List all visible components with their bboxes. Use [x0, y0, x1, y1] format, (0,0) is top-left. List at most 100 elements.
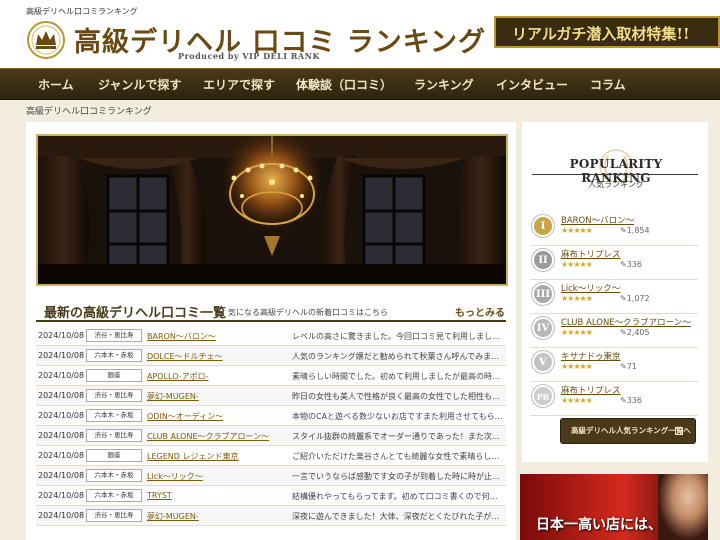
latest-reviews-title: 最新の高級デリヘル口コミ一覧	[44, 306, 227, 321]
latest-divider	[36, 320, 506, 322]
ranking-list-button-label: 高級デリヘル人気ランキング一覧へ	[571, 426, 691, 435]
star-rating-icon: ★★★★★	[561, 362, 593, 371]
nav-item-genre[interactable]: ジャンルで探す	[98, 69, 181, 101]
ranking-list-button[interactable]: 高級デリヘル人気ランキング一覧へ	[560, 418, 696, 444]
review-row[interactable]: 2024/10/08 渋谷・恵比寿 夢幻-MUGEN- 昨日の女性も美人で性格が…	[36, 386, 506, 406]
ranking-item-3[interactable]: III Lick〜リック〜 ★★★★★ ✎1,072	[530, 280, 698, 314]
area-tag: 渋谷・恵比寿	[86, 509, 142, 522]
review-excerpt[interactable]: スタイル抜群の綺麗系でオーダー通りであった！また次回…	[292, 431, 504, 442]
review-count: ✎2,405	[620, 328, 650, 337]
area-tag: 渋谷・恵比寿	[86, 429, 142, 442]
site-header: 高級デリヘル口コミランキング 高級デリヘル 口コミ ランキング Produced…	[0, 0, 720, 68]
review-excerpt[interactable]: 深夜に遊んできました！大体、深夜だとくたびれた子が来…	[292, 511, 504, 522]
shop-link[interactable]: DOLCE〜ドルチェ〜	[147, 351, 223, 362]
ad-banner[interactable]: 日本一高い店には、	[520, 474, 708, 540]
ranking-shop-link[interactable]: 麻布トリプレス	[561, 248, 621, 260]
ranking-item-1[interactable]: I BARON〜バロン〜 ★★★★★ ✎1,854	[530, 212, 698, 246]
area-tag: 銀座	[86, 369, 142, 382]
shop-link[interactable]: BARON〜バロン〜	[147, 331, 216, 342]
rank-badge: IV	[532, 317, 554, 339]
area-tag: 渋谷・恵比寿	[86, 329, 142, 342]
review-row[interactable]: 2024/10/08 渋谷・恵比寿 CLUB ALONE〜クラブアローン〜 スタ…	[36, 426, 506, 446]
shop-link[interactable]: Lick〜リック〜	[147, 471, 203, 482]
crown-logo-icon[interactable]	[26, 20, 66, 60]
review-date: 2024/10/08	[38, 451, 85, 460]
star-rating-icon: ★★★★★	[561, 294, 593, 303]
nav-item-column[interactable]: コラム	[590, 69, 626, 101]
ranking-subtitle: 人気ランキング	[588, 180, 644, 189]
main-nav: ホーム ジャンルで探す エリアで探す 体験談（口コミ） ランキング インタビュー…	[0, 68, 720, 100]
area-tag: 銀座	[86, 449, 142, 462]
top-site-name[interactable]: 高級デリヘル口コミランキング	[26, 6, 138, 17]
breadcrumb[interactable]: 高級デリヘル口コミランキング	[26, 104, 152, 117]
review-row[interactable]: 2024/10/08 六本木・赤坂 Lick〜リック〜 一言でいうならば感動です…	[36, 466, 506, 486]
nav-item-reviews[interactable]: 体験談（口コミ）	[296, 69, 392, 101]
shop-link[interactable]: CLUB ALONE〜クラブアローン〜	[147, 431, 269, 442]
rank-badge: I	[532, 215, 554, 237]
review-date: 2024/10/08	[38, 331, 85, 340]
ranking-item-pr[interactable]: PR 麻布トリプレス ★★★★★ ✎336	[530, 382, 698, 416]
site-subtitle: Produced by VIP DELI RANK	[178, 51, 320, 61]
feature-banner[interactable]: リアルガチ潜入取材特集!!	[494, 16, 720, 48]
ranking-shop-link[interactable]: キサナドゥ東京	[561, 350, 621, 362]
review-date: 2024/10/08	[38, 351, 85, 360]
review-count: ✎71	[620, 362, 637, 371]
ranking-item-2[interactable]: II 麻布トリプレス ★★★★★ ✎336	[530, 246, 698, 280]
shop-link[interactable]: APOLLO-アポロ-	[147, 371, 209, 382]
review-excerpt[interactable]: レベルの高さに驚きました。今回口コミ見て利用しました…	[292, 331, 504, 342]
shop-link[interactable]: 夢幻-MUGEN-	[147, 511, 199, 522]
shop-link[interactable]: 夢幻-MUGEN-	[147, 391, 199, 402]
nav-item-home[interactable]: ホーム	[38, 69, 74, 101]
review-excerpt[interactable]: 人気のランキング嬢だと勧められて秋葉さん呼んでみまし…	[292, 351, 504, 362]
area-tag: 六本木・赤坂	[86, 349, 142, 362]
review-count: ✎1,072	[620, 294, 650, 303]
area-tag: 六本木・赤坂	[86, 489, 142, 502]
review-date: 2024/10/08	[38, 371, 85, 380]
ranking-divider	[532, 174, 698, 175]
chandelier-interior-image	[38, 136, 506, 284]
review-row[interactable]: 2024/10/08 六本木・赤坂 TRYST 結構優れやってもらってます。初め…	[36, 486, 506, 506]
rank-badge: II	[532, 249, 554, 271]
review-date: 2024/10/08	[38, 491, 85, 500]
ranking-item-5[interactable]: V キサナドゥ東京 ★★★★★ ✎71	[530, 348, 698, 382]
review-date: 2024/10/08	[38, 471, 85, 480]
shop-link[interactable]: TRYST	[147, 491, 172, 500]
area-tag: 渋谷・恵比寿	[86, 389, 142, 402]
review-date: 2024/10/08	[38, 431, 85, 440]
review-row[interactable]: 2024/10/08 銀座 APOLLO-アポロ- 素晴らしい時間でした。初めて…	[36, 366, 506, 386]
nav-item-area[interactable]: エリアで探す	[203, 69, 275, 101]
star-rating-icon: ★★★★★	[561, 260, 593, 269]
nav-item-ranking[interactable]: ランキング	[414, 69, 474, 101]
ranking-shop-link[interactable]: CLUB ALONE〜クラブアローン〜	[561, 316, 691, 328]
shop-link[interactable]: ODIN〜オーディン〜	[147, 411, 223, 422]
review-excerpt[interactable]: 素晴らしい時間でした。初めて利用しましたが最高の時間…	[292, 371, 504, 382]
review-excerpt[interactable]: 昨日の女性も美人で性格が良く最高の女性でした相性も良…	[292, 391, 504, 402]
external-link-icon	[675, 427, 683, 435]
review-excerpt[interactable]: 一言でいうならば感動です女の子が到着した時に時が止ま…	[292, 471, 504, 482]
review-excerpt[interactable]: 結構優れやってもらってます。初めて口コミ書くので何をか…	[292, 491, 504, 502]
ranking-item-4[interactable]: IV CLUB ALONE〜クラブアローン〜 ★★★★★ ✎2,405	[530, 314, 698, 348]
more-reviews-link[interactable]: もっとみる	[455, 304, 505, 319]
review-date: 2024/10/08	[38, 391, 85, 400]
ranking-shop-link[interactable]: Lick〜リック〜	[561, 282, 620, 294]
review-row[interactable]: 2024/10/08 渋谷・恵比寿 BARON〜バロン〜 レベルの高さに驚きまし…	[36, 326, 506, 346]
review-row[interactable]: 2024/10/08 六本木・赤坂 DOLCE〜ドルチェ〜 人気のランキング嬢だ…	[36, 346, 506, 366]
shop-link[interactable]: LEGEND レジェンド東京	[147, 451, 238, 462]
review-excerpt[interactable]: 本物のCAと遊べる数少ないお店ですまた利用させてもらい…	[292, 411, 504, 422]
nav-item-interview[interactable]: インタビュー	[496, 69, 568, 101]
hero-image	[36, 134, 508, 286]
review-row[interactable]: 2024/10/08 銀座 LEGEND レジェンド東京 ご紹介いただけた楽谷さ…	[36, 446, 506, 466]
area-tag: 六本木・赤坂	[86, 409, 142, 422]
ranking-shop-link[interactable]: BARON〜バロン〜	[561, 214, 634, 226]
rank-badge: V	[532, 351, 554, 373]
review-date: 2024/10/08	[38, 411, 85, 420]
review-excerpt[interactable]: ご紹介いただけた楽谷さんとても綺麗な女性で素晴らしか…	[292, 451, 504, 462]
ranking-shop-link[interactable]: 麻布トリプレス	[561, 384, 621, 396]
latest-reviews-description: 気になる高級デリヘルの新着口コミはこちら	[228, 308, 388, 317]
rank-badge: III	[532, 283, 554, 305]
area-tag: 六本木・赤坂	[86, 469, 142, 482]
review-row[interactable]: 2024/10/08 渋谷・恵比寿 夢幻-MUGEN- 深夜に遊んできました！大…	[36, 506, 506, 526]
review-row[interactable]: 2024/10/08 六本木・赤坂 ODIN〜オーディン〜 本物のCAと遊べる数…	[36, 406, 506, 426]
ad-model-image	[658, 474, 708, 540]
review-count: ✎336	[620, 396, 642, 405]
